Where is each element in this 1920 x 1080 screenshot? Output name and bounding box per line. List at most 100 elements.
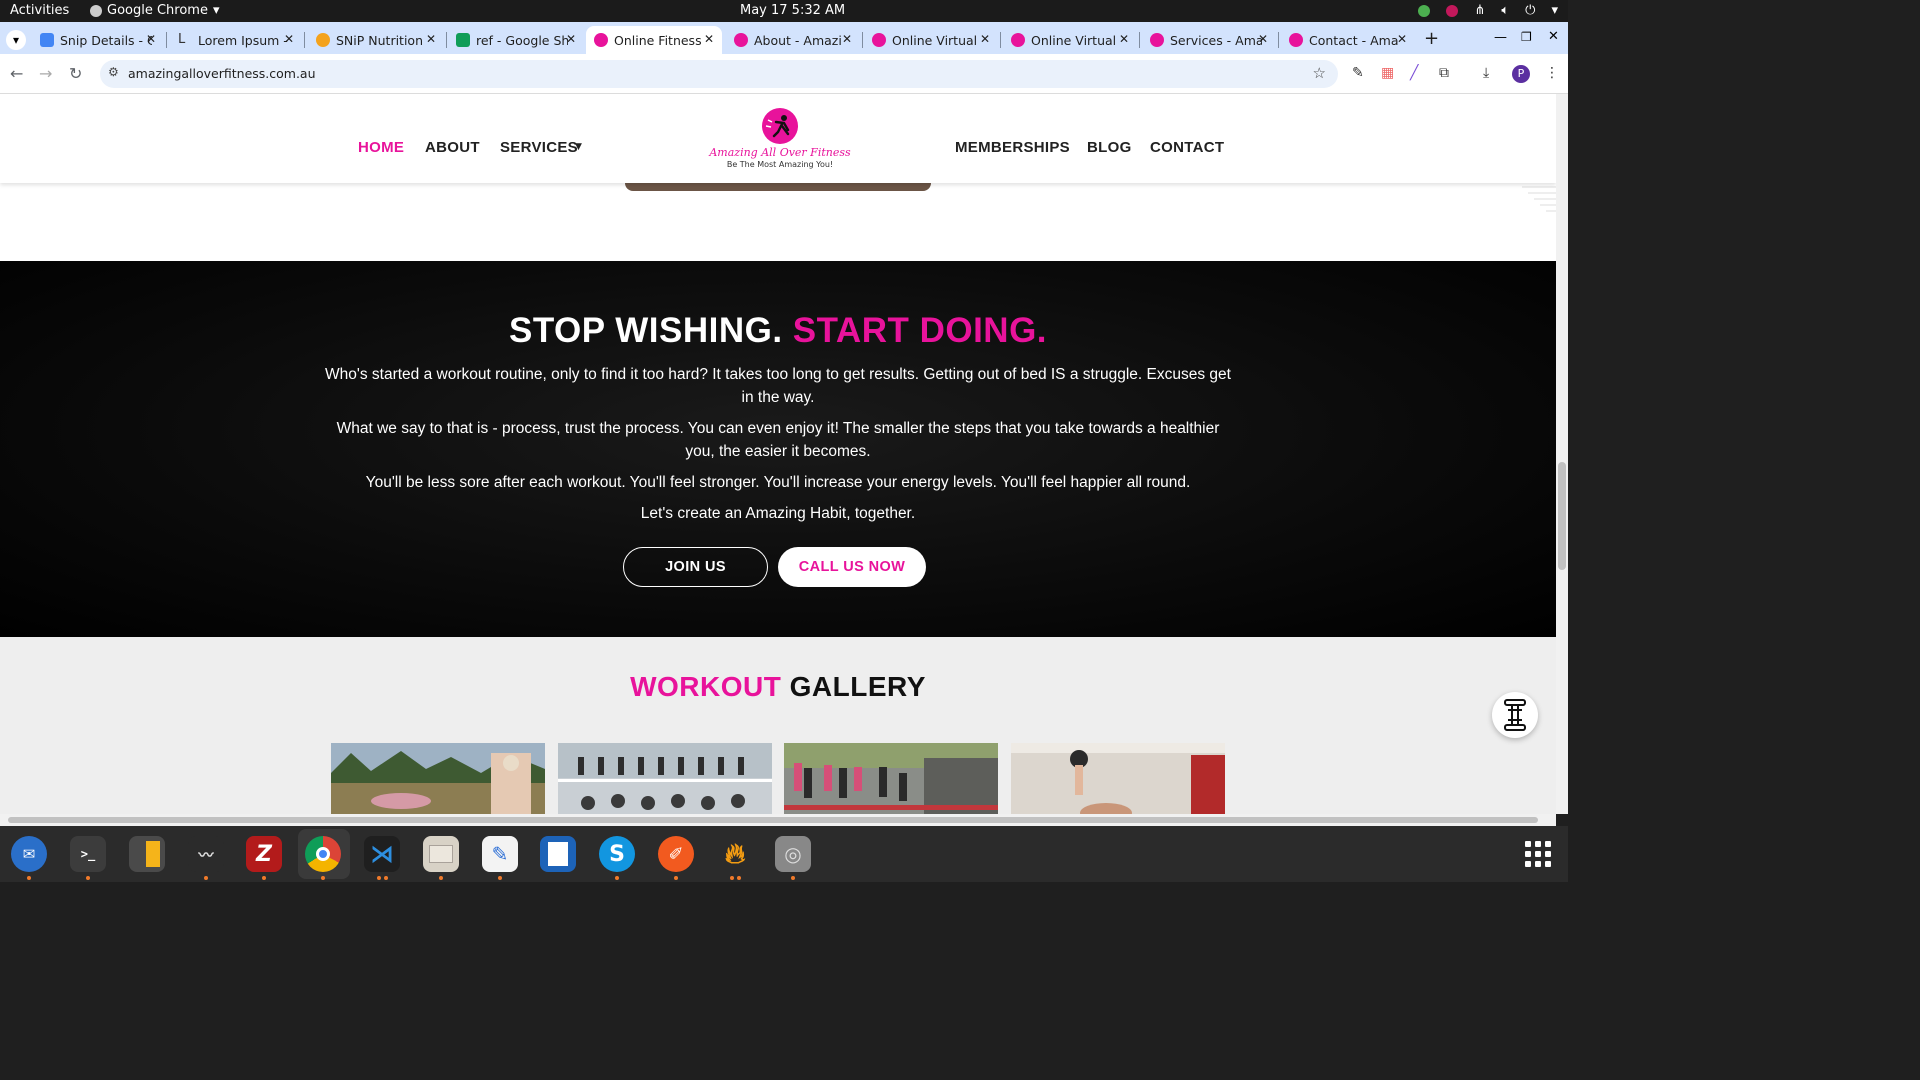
- running-indicator: [439, 876, 443, 880]
- gallery-image-3[interactable]: [784, 743, 998, 814]
- minimize-icon[interactable]: —: [1494, 30, 1507, 45]
- caret-down-icon[interactable]: ▼: [575, 142, 582, 152]
- show-apps-grid-icon[interactable]: [1525, 841, 1551, 867]
- clock[interactable]: May 17 5:32 AM: [740, 3, 845, 18]
- tab-0[interactable]: Snip Details - C ✕: [32, 26, 164, 54]
- lorem-icon: L: [178, 32, 186, 47]
- chevron-down-icon[interactable]: ▾: [1551, 3, 1558, 18]
- horizontal-scrollbar[interactable]: [0, 814, 1556, 826]
- postman-icon[interactable]: ✐: [658, 836, 694, 872]
- flame-app-icon[interactable]: 🔥︎: [717, 836, 753, 872]
- chrome-icon[interactable]: [305, 836, 341, 872]
- vscode-icon[interactable]: ⋊: [364, 836, 400, 872]
- cta-paragraph-3: You'll be less sore after each workout. …: [365, 474, 1191, 491]
- tab-title: Online Virtual: [892, 32, 978, 48]
- close-icon[interactable]: ✕: [566, 32, 576, 46]
- gallery-heading-dark: GALLERY: [789, 671, 926, 702]
- close-icon[interactable]: ✕: [704, 32, 714, 46]
- close-icon[interactable]: ✕: [1258, 32, 1268, 46]
- tab-3[interactable]: ref - Google Sh ✕: [448, 26, 584, 54]
- restore-icon[interactable]: ❐: [1521, 30, 1532, 44]
- power-icon[interactable]: ⏻: [1525, 3, 1535, 18]
- eyedropper-extension-icon[interactable]: ✎: [1352, 65, 1364, 81]
- extensions-puzzle-icon[interactable]: ⧉: [1439, 65, 1449, 81]
- filezilla-icon[interactable]: Z: [246, 836, 282, 872]
- tab-5[interactable]: About - Amazi ✕: [726, 26, 860, 54]
- calendar-extension-icon[interactable]: ▦: [1381, 65, 1394, 81]
- text-editor-icon[interactable]: ✎: [482, 836, 518, 872]
- cta-heading: STOP WISHING. START DOING.: [0, 311, 1556, 351]
- nav-contact[interactable]: CONTACT: [1150, 139, 1224, 156]
- tab-4-active[interactable]: Online Fitness ✕: [586, 26, 722, 54]
- horizontal-scroll-thumb[interactable]: [8, 817, 1538, 823]
- gallery-image-2[interactable]: [558, 743, 772, 814]
- cta-heading-pink: START DOING.: [792, 311, 1048, 350]
- tab-search-icon[interactable]: ▾: [6, 30, 26, 50]
- app-menu[interactable]: Google Chrome ▾: [90, 3, 220, 18]
- tab-1[interactable]: L Lorem Ipsum - ✕: [170, 26, 302, 54]
- close-icon[interactable]: ✕: [1397, 32, 1407, 46]
- nav-home[interactable]: HOME: [358, 139, 404, 156]
- new-tab-icon[interactable]: +: [1424, 28, 1439, 49]
- update-icon[interactable]: [1418, 4, 1431, 17]
- volume-icon[interactable]: 🔈︎: [1501, 3, 1509, 18]
- disc-icon[interactable]: ◎: [775, 836, 811, 872]
- files-icon[interactable]: [423, 836, 459, 872]
- site-logo[interactable]: Amazing All Over Fitness Be The Most Ama…: [700, 108, 860, 174]
- tab-strip: ▾ Snip Details - C ✕ L Lorem Ipsum - ✕ S…: [0, 22, 1568, 54]
- writer-icon[interactable]: [540, 836, 576, 872]
- gallery-image-4[interactable]: [1011, 743, 1225, 814]
- url-text[interactable]: amazingalloverfitness.com.au: [128, 66, 316, 81]
- skype-icon[interactable]: S: [599, 836, 635, 872]
- close-icon[interactable]: ✕: [1119, 32, 1129, 46]
- tab-separator: [1139, 32, 1140, 48]
- chrome-small-icon: [90, 4, 102, 17]
- system-tray[interactable]: ⋔ 🔈︎ ⏻ ▾: [1418, 3, 1558, 18]
- tab-title: ref - Google Sh: [476, 32, 568, 48]
- nav-blog[interactable]: BLOG: [1087, 139, 1132, 156]
- reload-icon[interactable]: ↻: [69, 64, 82, 83]
- close-icon[interactable]: ✕: [842, 32, 852, 46]
- thunderbird-icon[interactable]: ✉: [11, 836, 47, 872]
- nav-memberships[interactable]: MEMBERSHIPS: [955, 139, 1070, 156]
- call-us-now-button[interactable]: CALL US NOW: [778, 547, 926, 587]
- pen-extension-icon[interactable]: ╱: [1410, 65, 1418, 81]
- tab-title: Contact - Ama: [1309, 32, 1399, 48]
- tab-7[interactable]: Online Virtual ✕: [1003, 26, 1137, 54]
- profile-avatar[interactable]: P: [1512, 65, 1530, 83]
- dumbbell-chat-button[interactable]: [1492, 692, 1538, 738]
- close-icon[interactable]: ✕: [980, 32, 990, 46]
- close-icon[interactable]: ✕: [284, 32, 294, 46]
- vertical-scroll-thumb[interactable]: [1558, 462, 1566, 570]
- address-bar[interactable]: ⚙ amazingalloverfitness.com.au ☆: [100, 60, 1338, 88]
- nav-about[interactable]: ABOUT: [425, 139, 480, 156]
- system-monitor-icon[interactable]: 〰: [188, 836, 224, 872]
- nav-services[interactable]: SERVICES: [500, 139, 578, 156]
- bookmark-star-icon[interactable]: ☆: [1313, 64, 1326, 82]
- network-icon[interactable]: ⋔: [1474, 3, 1485, 18]
- running-indicator: [86, 876, 90, 880]
- close-icon[interactable]: ✕: [146, 32, 156, 46]
- running-indicator: [730, 876, 734, 880]
- tab-8[interactable]: Services - Ama ✕: [1142, 26, 1276, 54]
- download-icon[interactable]: ⤓: [1483, 65, 1489, 81]
- gallery-image-1[interactable]: [331, 743, 545, 814]
- kebab-menu-icon[interactable]: ⋮: [1545, 65, 1559, 81]
- back-icon[interactable]: ←: [10, 64, 23, 83]
- forward-icon[interactable]: →: [39, 64, 52, 83]
- runner-icon: [765, 115, 790, 138]
- terminal-icon[interactable]: >_: [70, 836, 106, 872]
- site-icon: [1011, 33, 1025, 47]
- tab-title: Snip Details - C: [60, 32, 152, 48]
- close-icon[interactable]: ✕: [426, 32, 436, 46]
- tab-6[interactable]: Online Virtual ✕: [864, 26, 998, 54]
- vertical-scrollbar[interactable]: [1556, 94, 1568, 814]
- activities-button[interactable]: Activities: [10, 3, 69, 18]
- calculator-icon[interactable]: [129, 836, 165, 872]
- join-us-button[interactable]: JOIN US: [623, 547, 768, 587]
- site-info-icon[interactable]: ⚙: [108, 65, 119, 79]
- tab-2[interactable]: SNiP Nutrition ✕: [308, 26, 444, 54]
- close-window-icon[interactable]: ✕: [1548, 29, 1559, 44]
- color-picker-icon[interactable]: [1446, 4, 1459, 17]
- tab-9[interactable]: Contact - Ama ✕: [1281, 26, 1415, 54]
